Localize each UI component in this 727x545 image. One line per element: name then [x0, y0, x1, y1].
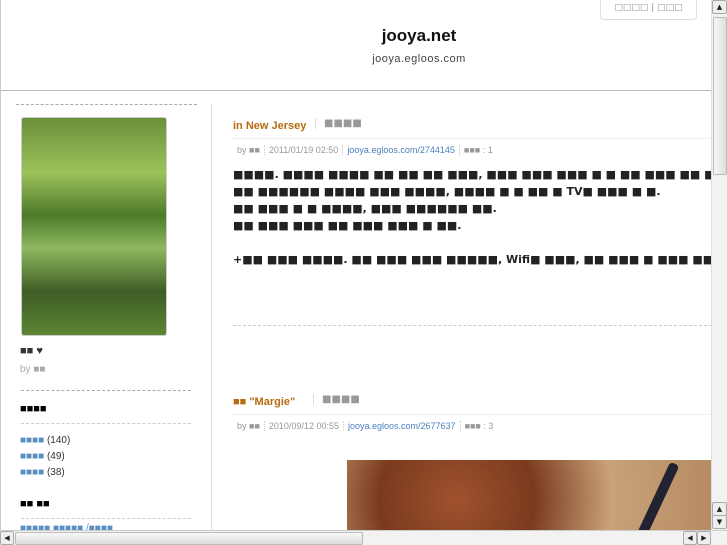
scroll-left-button[interactable]: ◀ [0, 531, 14, 545]
post-meta: by ■■ 2011/01/19 02:50 jooya.egloos.com/27… [233, 145, 497, 155]
sidebar: ■■ ♥ by ■■ ■■■■ ■■■■ (140) ■■■■ (49) ■■■… [16, 104, 197, 530]
post-image [347, 460, 711, 530]
permalink[interactable]: jooya.egloos.com/2677637 [343, 421, 461, 431]
post-body: ■■■■. ■■■■ ■■■■ ■■ ■■ ■■ ■■■, ■■■ ■■■ ■■… [233, 168, 711, 266]
post-date: 2010/09/12 00:55 [264, 421, 344, 431]
categories-heading: ■■■■ [20, 403, 47, 415]
scroll-up-button[interactable]: ▲ [712, 0, 727, 14]
scroll-down-button[interactable]: ▼ [712, 515, 727, 529]
page: jooya.net jooya.egloos.com □□□□ | □□□ ■■… [0, 0, 711, 530]
profile-name: ■■ [20, 345, 34, 357]
author: by ■■ [233, 145, 265, 155]
blog-title[interactable]: jooya.net [1, 26, 711, 46]
by-label: by [20, 364, 31, 375]
post-date: 2011/01/19 02:50 [264, 145, 344, 155]
vertical-scrollbar[interactable]: ▲ ▲ ▼ [711, 0, 727, 530]
horizontal-scroll-thumb[interactable] [15, 532, 363, 545]
permalink[interactable]: jooya.egloos.com/2744145 [343, 145, 460, 155]
post-title[interactable]: in New Jersey [233, 120, 306, 132]
blog-url[interactable]: jooya.egloos.com [1, 53, 711, 65]
scroll-right-button[interactable]: ▶ [697, 531, 711, 545]
post-category[interactable]: ■■■■ [315, 118, 362, 129]
sidebar-link[interactable]: ■■■■■ ■■■■■ /■■■■ [20, 523, 113, 530]
post-category[interactable]: ■■■■ [313, 394, 360, 405]
top-menu[interactable]: □□□□ | □□□ [600, 0, 697, 20]
scroll-up-button[interactable]: ▲ [712, 502, 727, 516]
category-item[interactable]: ■■■■ (49) [20, 449, 70, 465]
section-heading: ■■ ■■ [20, 498, 50, 510]
scroll-left-button[interactable]: ◀ [683, 531, 697, 545]
comments-link[interactable]: ■■■ : 3 [461, 421, 498, 431]
author: by ■■ [233, 421, 265, 431]
category-item[interactable]: ■■■■ (38) [20, 465, 70, 481]
comments-link[interactable]: ■■■ : 1 [460, 145, 497, 155]
horizontal-scrollbar[interactable]: ◀ ◀ ▶ [0, 530, 727, 545]
vertical-scroll-thumb[interactable] [713, 17, 727, 175]
profile-photo [21, 117, 167, 336]
column-divider [211, 104, 212, 530]
blog-header: jooya.net jooya.egloos.com □□□□ | □□□ [1, 0, 711, 91]
post-title[interactable]: ■■ "Margie" [233, 396, 295, 408]
heart-icon: ♥ [36, 345, 43, 357]
profile-author: ■■ [33, 364, 46, 375]
post-meta: by ■■ 2010/09/12 00:55 jooya.egloos.com/26… [233, 421, 497, 431]
category-item[interactable]: ■■■■ (140) [20, 433, 70, 449]
